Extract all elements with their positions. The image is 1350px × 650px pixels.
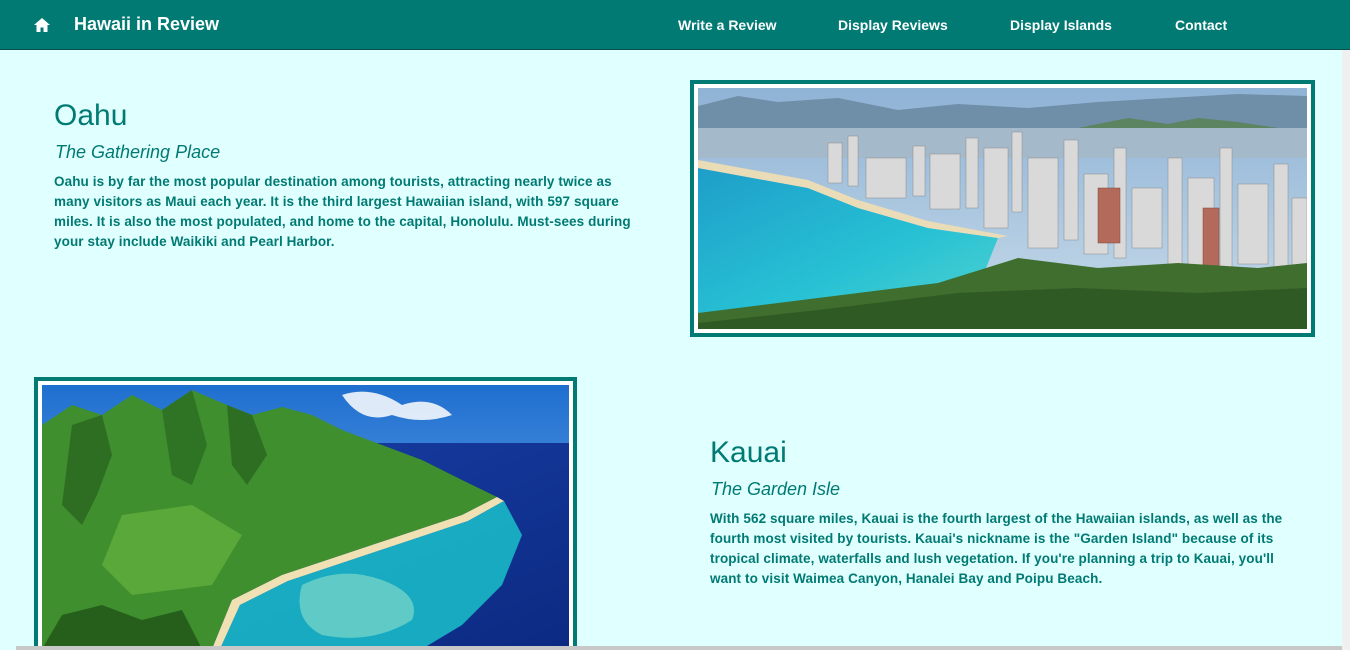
island-title-kauai: Kauai [710, 436, 787, 469]
nav-link-write-review[interactable]: Write a Review [678, 17, 777, 33]
kauai-photo [34, 377, 577, 650]
oahu-cityscape-image [698, 88, 1307, 329]
island-description-oahu: Oahu is by far the most popular destinat… [54, 174, 631, 249]
kauai-coast-image [42, 385, 569, 649]
island-description-kauai: With 562 square miles, Kauai is the four… [710, 511, 1283, 586]
island-subtitle-kauai: The Garden Isle [711, 479, 841, 499]
island-title-oahu: Oahu [54, 99, 128, 132]
island-subtitle-oahu: The Gathering Place [55, 142, 221, 162]
oahu-photo [690, 80, 1315, 337]
navbar: Hawaii in Review Write a Review Display … [0, 0, 1350, 50]
nav-link-display-islands[interactable]: Display Islands [1010, 17, 1112, 33]
horizontal-scrollbar[interactable] [16, 646, 1342, 650]
nav-link-contact[interactable]: Contact [1175, 17, 1227, 33]
home-icon[interactable] [33, 16, 51, 34]
nav-link-display-reviews[interactable]: Display Reviews [838, 17, 948, 33]
brand-title[interactable]: Hawaii in Review [74, 14, 219, 35]
vertical-scrollbar[interactable] [1342, 50, 1350, 650]
